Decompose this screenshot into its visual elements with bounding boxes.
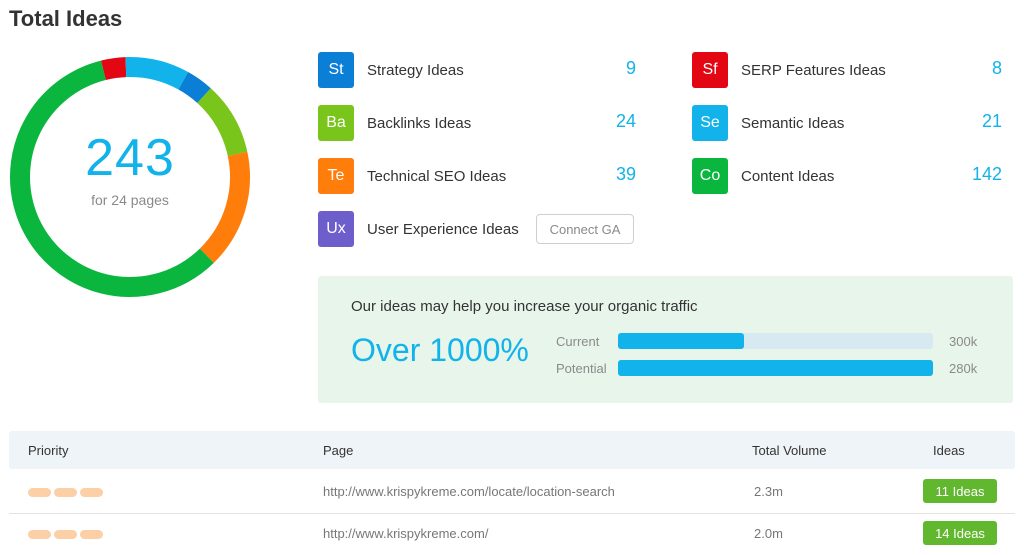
idea-serp-features[interactable]: Sf SERP Features Ideas 8 (692, 52, 1012, 88)
column-page[interactable]: Page (323, 443, 353, 458)
idea-count[interactable]: 142 (942, 164, 1002, 185)
current-label: Current (556, 334, 600, 349)
column-total-volume[interactable]: Total Volume (752, 443, 826, 458)
ideas-count-button[interactable]: 14 Ideas (923, 521, 997, 545)
idea-count[interactable]: 24 (576, 111, 636, 132)
total-volume: 2.3m (754, 484, 783, 499)
traffic-increase-headline: Over 1000% (351, 332, 529, 368)
idea-label: Content Ideas (741, 167, 835, 185)
ideas-count-button[interactable]: 11 Ideas (923, 479, 997, 503)
potential-bar (618, 360, 933, 376)
idea-label: SERP Features Ideas (741, 61, 886, 79)
current-bar-fill (618, 333, 744, 349)
user-experience-badge-icon: Ux (318, 211, 354, 247)
current-value: 300k (949, 334, 978, 349)
idea-count[interactable]: 39 (576, 164, 636, 185)
page-title: Total Ideas (9, 6, 123, 31)
traffic-heading: Our ideas may help you increase your org… (351, 298, 698, 315)
column-ideas[interactable]: Ideas (933, 443, 965, 458)
current-bar (618, 333, 933, 349)
idea-semantic[interactable]: Se Semantic Ideas 21 (692, 105, 1012, 141)
potential-bar-fill (618, 360, 933, 376)
idea-label: Backlinks Ideas (367, 114, 472, 132)
technical-seo-badge-icon: Te (318, 158, 354, 194)
idea-technical-seo[interactable]: Te Technical SEO Ideas 39 (318, 158, 638, 194)
table-row: http://www.krispykreme.com/locate/locati… (9, 471, 1015, 514)
idea-strategy[interactable]: St Strategy Ideas 9 (318, 52, 638, 88)
priority-indicator (28, 530, 103, 539)
page-url-link[interactable]: http://www.krispykreme.com/ (323, 526, 488, 541)
idea-backlinks[interactable]: Ba Backlinks Ideas 24 (318, 105, 638, 141)
column-priority[interactable]: Priority (28, 443, 68, 458)
priority-indicator (28, 488, 103, 497)
idea-label: Technical SEO Ideas (367, 167, 507, 185)
potential-value: 280k (949, 361, 978, 376)
table-header: Priority Page Total Volume Ideas (9, 431, 1015, 469)
total-ideas-subtitle: for 24 pages (91, 192, 169, 208)
backlinks-badge-icon: Ba (318, 105, 354, 141)
donut-center: 243 for 24 pages (7, 54, 253, 300)
idea-content[interactable]: Co Content Ideas 142 (692, 158, 1012, 194)
idea-count[interactable]: 21 (942, 111, 1002, 132)
page-url-link[interactable]: http://www.krispykreme.com/locate/locati… (323, 484, 615, 499)
serp-features-badge-icon: Sf (692, 52, 728, 88)
content-badge-icon: Co (692, 158, 728, 194)
idea-label: Semantic Ideas (741, 114, 845, 132)
connect-ga-button[interactable]: Connect GA (536, 214, 634, 244)
traffic-forecast-panel: Our ideas may help you increase your org… (318, 276, 1013, 403)
total-ideas-count: 243 (85, 129, 175, 187)
idea-user-experience[interactable]: Ux User Experience Ideas (318, 211, 538, 247)
idea-count[interactable]: 8 (942, 58, 1002, 79)
table-row: http://www.krispykreme.com/ 2.0m 14 Idea… (9, 513, 1015, 555)
potential-label: Potential (556, 361, 607, 376)
total-volume: 2.0m (754, 526, 783, 541)
idea-label: Strategy Ideas (367, 61, 464, 79)
idea-label: User Experience Ideas (367, 220, 519, 238)
strategy-badge-icon: St (318, 52, 354, 88)
idea-count[interactable]: 9 (576, 58, 636, 79)
semantic-badge-icon: Se (692, 105, 728, 141)
